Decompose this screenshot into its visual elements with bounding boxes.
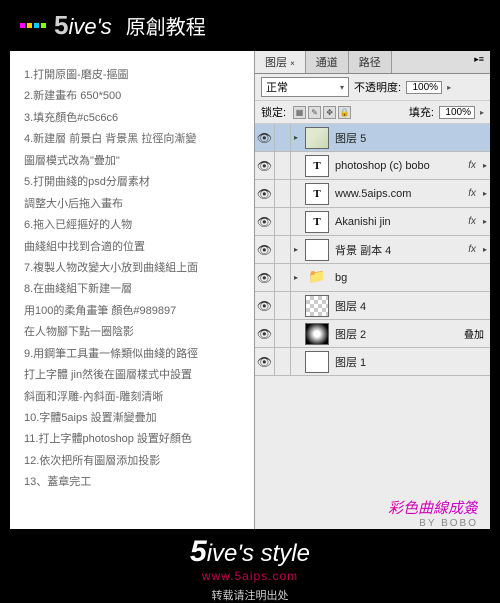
fill-label: 填充:	[409, 104, 434, 120]
visibility-icon[interactable]: 👁	[255, 208, 275, 235]
panel-tabs: 图层 × 通道 路径 ▸≡	[255, 51, 490, 74]
tab-paths[interactable]: 路径	[349, 51, 392, 73]
header: 5ive's 原創教程	[0, 0, 500, 51]
opacity-input[interactable]: 100%	[406, 81, 442, 94]
main: 1.打開原圖-磨皮-摳圖2.新建畫布 650*5003.填充顏色#c5c6c64…	[10, 51, 490, 529]
layer-name: 图层 4	[333, 298, 490, 314]
step-line: 11.打上字體photoshop 設置好顏色	[24, 429, 246, 450]
layer-row[interactable]: 👁Twww.5aips.comfx▸	[255, 180, 490, 208]
layers-panel: 图层 × 通道 路径 ▸≡ 正常▾ 不透明度: 100% ▸ 锁定: ▦ ✎ ✥ …	[254, 51, 490, 529]
fx-icon[interactable]: fx	[468, 188, 476, 199]
visibility-icon[interactable]: 👁	[255, 180, 275, 207]
layer-list: 👁▸图层 5👁Tphotoshop (c) bobofx▸👁Twww.5aips…	[255, 124, 490, 489]
tutorial-steps: 1.打開原圖-磨皮-摳圖2.新建畫布 650*5003.填充顏色#c5c6c64…	[10, 51, 254, 529]
step-line: 9.用鋼筆工具畫一條類似曲綫的路徑	[24, 344, 246, 365]
layer-name: Akanishi jin	[333, 216, 468, 228]
footer-url: www.5aips.com	[0, 569, 500, 583]
step-line: 10.字體5aips 設置漸變疊加	[24, 408, 246, 429]
step-line: 6.拖入已經摳好的人物	[24, 215, 246, 236]
panel-menu-icon[interactable]: ▸≡	[468, 51, 490, 73]
blend-row: 正常▾ 不透明度: 100% ▸	[255, 74, 490, 101]
fx-icon[interactable]: fx	[468, 244, 476, 255]
layer-name: photoshop (c) bobo	[333, 160, 468, 172]
fx-icon[interactable]: fx	[468, 216, 476, 227]
layer-name: 图层 5	[333, 130, 490, 146]
visibility-icon[interactable]: 👁	[255, 292, 275, 319]
visibility-icon[interactable]: 👁	[255, 124, 275, 151]
logo-dots	[20, 23, 46, 28]
step-line: 12.依次把所有圖層添加投影	[24, 451, 246, 472]
step-line: 圖層模式改為"疊加"	[24, 151, 246, 172]
lock-label: 锁定:	[261, 104, 286, 120]
visibility-icon[interactable]: 👁	[255, 152, 275, 179]
lock-position-icon[interactable]: ✥	[323, 106, 336, 119]
visibility-icon[interactable]: 👁	[255, 264, 275, 291]
step-line: 4.新建層 前景白 背景黑 拉徑向漸變	[24, 129, 246, 150]
step-line: 5.打開曲綫的psd分層素材	[24, 172, 246, 193]
layer-row[interactable]: 👁▸背景 副本 4fx▸	[255, 236, 490, 264]
visibility-icon[interactable]: 👁	[255, 348, 275, 375]
visibility-icon[interactable]: 👁	[255, 236, 275, 263]
layer-name: www.5aips.com	[333, 188, 468, 200]
step-line: 2.新建畫布 650*500	[24, 86, 246, 107]
layer-row[interactable]: 👁 图层 1	[255, 348, 490, 376]
step-line: 13、蓋章完工	[24, 472, 246, 493]
footer-note: 转载请注明出处	[0, 587, 500, 603]
layer-name: 图层 2	[333, 326, 464, 342]
lock-all-icon[interactable]: 🔒	[338, 106, 351, 119]
tab-layers[interactable]: 图层 ×	[255, 51, 306, 73]
step-line: 1.打開原圖-磨皮-摳圖	[24, 65, 246, 86]
step-line: 調整大小后拖入畫布	[24, 194, 246, 215]
layer-name: bg	[333, 272, 490, 284]
opacity-label: 不透明度:	[354, 79, 401, 95]
step-line: 打上字體 jin然後在圖層樣式中設置	[24, 365, 246, 386]
step-line: 斜面和浮雕-內斜面-雕刻清晰	[24, 387, 246, 408]
step-line: 7.複製人物改變大小放到曲綫組上面	[24, 258, 246, 279]
lock-pixels-icon[interactable]: ✎	[308, 106, 321, 119]
blend-mode-select[interactable]: 正常▾	[261, 77, 349, 97]
layer-row[interactable]: 👁TAkanishi jinfx▸	[255, 208, 490, 236]
credit: 彩色曲線成簽 BY BOBO	[255, 489, 490, 529]
footer: 5ive's style www.5aips.com 转载请注明出处	[0, 529, 500, 603]
step-line: 在人物腳下點一圈陰影	[24, 322, 246, 343]
layer-row[interactable]: 👁图层 2叠加	[255, 320, 490, 348]
tab-channels[interactable]: 通道	[306, 51, 349, 73]
lock-row: 锁定: ▦ ✎ ✥ 🔒 填充: 100% ▸	[255, 101, 490, 124]
page-title: 原創教程	[126, 11, 206, 40]
opacity-arrow-icon[interactable]: ▸	[447, 83, 451, 92]
layer-name: 图层 1	[333, 354, 490, 370]
visibility-icon[interactable]: 👁	[255, 320, 275, 347]
step-line: 8.在曲綫組下新建一層	[24, 279, 246, 300]
logo: 5ive's	[54, 10, 112, 41]
layer-row[interactable]: 👁▸📁bg	[255, 264, 490, 292]
step-line: 用100的柔角畫筆 顏色#989897	[24, 301, 246, 322]
layer-name: 背景 副本 4	[333, 242, 468, 258]
layer-row[interactable]: 👁Tphotoshop (c) bobofx▸	[255, 152, 490, 180]
lock-transparency-icon[interactable]: ▦	[293, 106, 306, 119]
layer-row[interactable]: 👁 图层 4	[255, 292, 490, 320]
step-line: 3.填充顏色#c5c6c6	[24, 108, 246, 129]
layer-row[interactable]: 👁▸图层 5	[255, 124, 490, 152]
fill-arrow-icon[interactable]: ▸	[480, 108, 484, 117]
step-line: 曲綫組中找到合適的位置	[24, 237, 246, 258]
fill-input[interactable]: 100%	[439, 106, 475, 119]
fx-icon[interactable]: fx	[468, 160, 476, 171]
